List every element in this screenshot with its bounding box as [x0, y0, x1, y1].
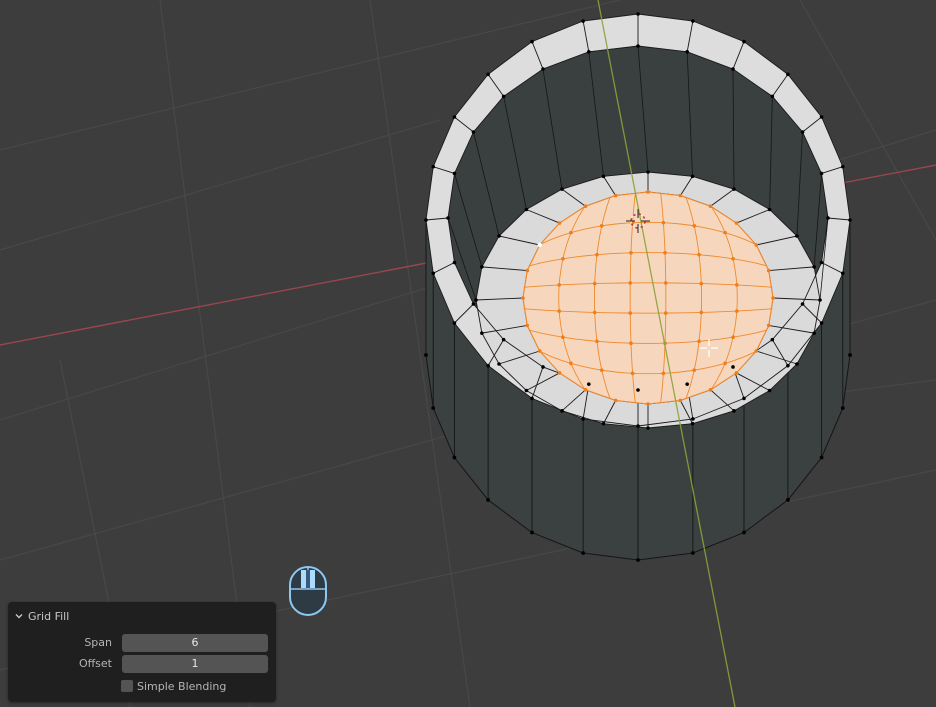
span-row: Span 6 — [8, 634, 276, 652]
mouse-left-click-icon — [288, 565, 328, 617]
span-field[interactable]: 6 — [122, 634, 268, 652]
operator-panel-title: Grid Fill — [28, 609, 70, 623]
simple-blending-label: Simple Blending — [137, 679, 227, 693]
cylinder-mesh — [424, 12, 852, 562]
operator-panel-header[interactable]: Grid Fill — [14, 608, 69, 624]
offset-label: Offset — [78, 657, 112, 670]
chevron-down-icon[interactable] — [14, 611, 24, 621]
operator-redo-panel: Grid Fill Span 6 Offset 1 Simple Blendin… — [8, 602, 276, 702]
simple-blending-checkbox[interactable] — [121, 680, 133, 692]
offset-row: Offset 1 — [8, 655, 276, 673]
offset-field[interactable]: 1 — [122, 655, 268, 673]
span-label: Span — [84, 636, 112, 649]
3d-viewport[interactable] — [0, 0, 936, 707]
simple-blending-option[interactable]: Simple Blending — [121, 678, 226, 694]
